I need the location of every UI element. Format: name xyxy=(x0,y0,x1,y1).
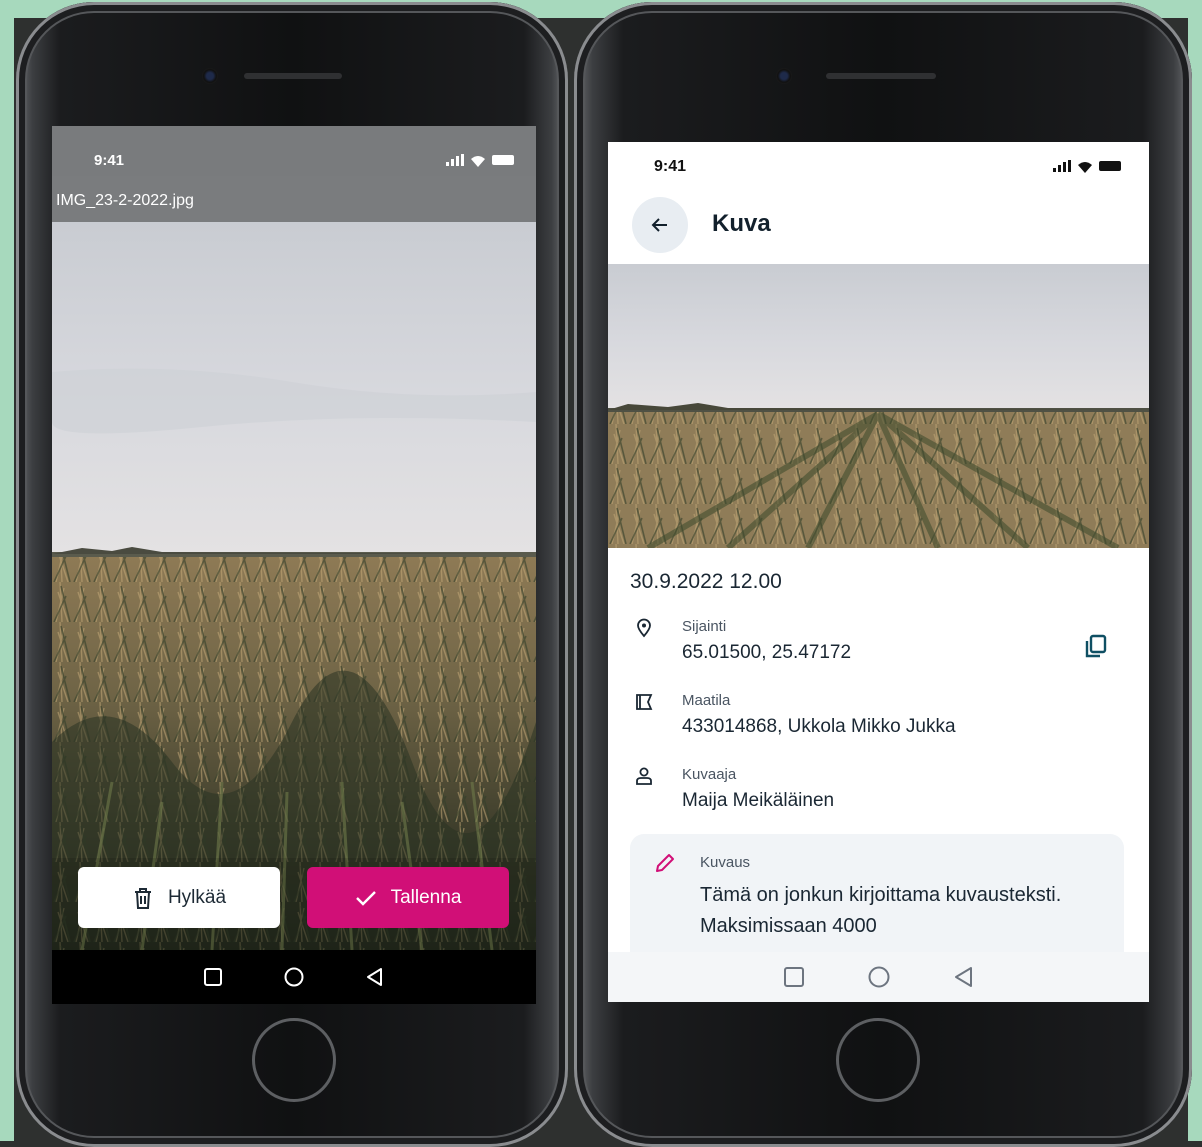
status-bar: 9:41 xyxy=(52,126,536,176)
wifi-icon xyxy=(470,154,486,167)
front-camera xyxy=(776,68,792,84)
earpiece-speaker xyxy=(826,73,936,79)
field-photo xyxy=(52,222,536,950)
android-nav-bar xyxy=(52,950,536,1004)
pencil-icon[interactable] xyxy=(654,852,676,874)
location-label: Sijainti xyxy=(682,618,727,635)
file-name: IMG_23-2-2022.jpg xyxy=(56,192,194,209)
status-icons xyxy=(1053,160,1121,173)
home-button[interactable] xyxy=(252,1018,336,1102)
arrow-left-icon xyxy=(651,218,667,232)
trash-icon xyxy=(134,887,151,909)
checkmark-icon xyxy=(355,890,376,906)
location-pin-icon xyxy=(637,618,651,638)
android-nav-bar xyxy=(608,952,1149,1002)
photographer-label: Kuvaaja xyxy=(682,766,737,783)
back-button[interactable] xyxy=(632,197,688,253)
description-label: Kuvaus xyxy=(700,854,751,871)
earpiece-speaker xyxy=(244,73,342,79)
screen-photo-details: 9:41 Kuva 30.9.2022 12.00 Sijainti 65.01… xyxy=(608,142,1149,1002)
home-circle-icon[interactable] xyxy=(283,966,305,988)
battery-icon xyxy=(1099,161,1121,171)
phone-frame-right: 9:41 Kuva 30.9.2022 12.00 Sijainti 65.01… xyxy=(574,2,1192,1147)
status-time: 9:41 xyxy=(94,152,125,169)
photographer-value: Maija Meikäläinen xyxy=(682,790,835,811)
photo-datetime: 30.9.2022 12.00 xyxy=(630,570,782,593)
recent-apps-square-icon[interactable] xyxy=(783,966,805,988)
recent-apps-square-icon[interactable] xyxy=(203,967,223,987)
background-band-left xyxy=(0,0,14,1141)
person-icon xyxy=(636,767,652,785)
app-header: Kuva xyxy=(608,190,1149,262)
signal-icon xyxy=(1053,160,1071,172)
back-triangle-icon[interactable] xyxy=(953,966,975,988)
phone-frame-left: 9:41 IMG_23-2-2022.jpg Hylkää Tallenna xyxy=(16,2,568,1147)
screen-camera-preview: 9:41 IMG_23-2-2022.jpg Hylkää Tallenna xyxy=(52,126,536,1004)
front-camera xyxy=(202,68,218,84)
location-value: 65.01500, 25.47172 xyxy=(682,642,852,663)
farm-value: 433014868, Ukkola Mikko Jukka xyxy=(682,716,956,737)
home-button[interactable] xyxy=(836,1018,920,1102)
home-circle-icon[interactable] xyxy=(867,965,891,989)
status-bar: 9:41 xyxy=(608,142,1149,190)
signal-icon xyxy=(446,154,464,166)
field-photo xyxy=(608,264,1149,548)
field-icon xyxy=(636,694,653,710)
page-title: Kuva xyxy=(712,210,771,237)
reject-button-label: Hylkää xyxy=(167,886,227,908)
reject-button[interactable]: Hylkää xyxy=(78,867,280,928)
status-icons xyxy=(446,154,514,167)
description-text: Tämä on jonkun kirjoittama kuvausteksti.… xyxy=(700,884,1062,937)
back-triangle-icon[interactable] xyxy=(365,967,385,987)
file-name-bar: IMG_23-2-2022.jpg xyxy=(52,176,536,222)
wifi-icon xyxy=(1077,160,1093,173)
copy-icon[interactable] xyxy=(1082,632,1110,660)
battery-icon xyxy=(492,155,514,165)
save-button-label: Tallenna xyxy=(390,886,462,908)
farm-label: Maatila xyxy=(682,692,731,709)
status-time: 9:41 xyxy=(654,158,687,175)
save-button[interactable]: Tallenna xyxy=(307,867,509,928)
